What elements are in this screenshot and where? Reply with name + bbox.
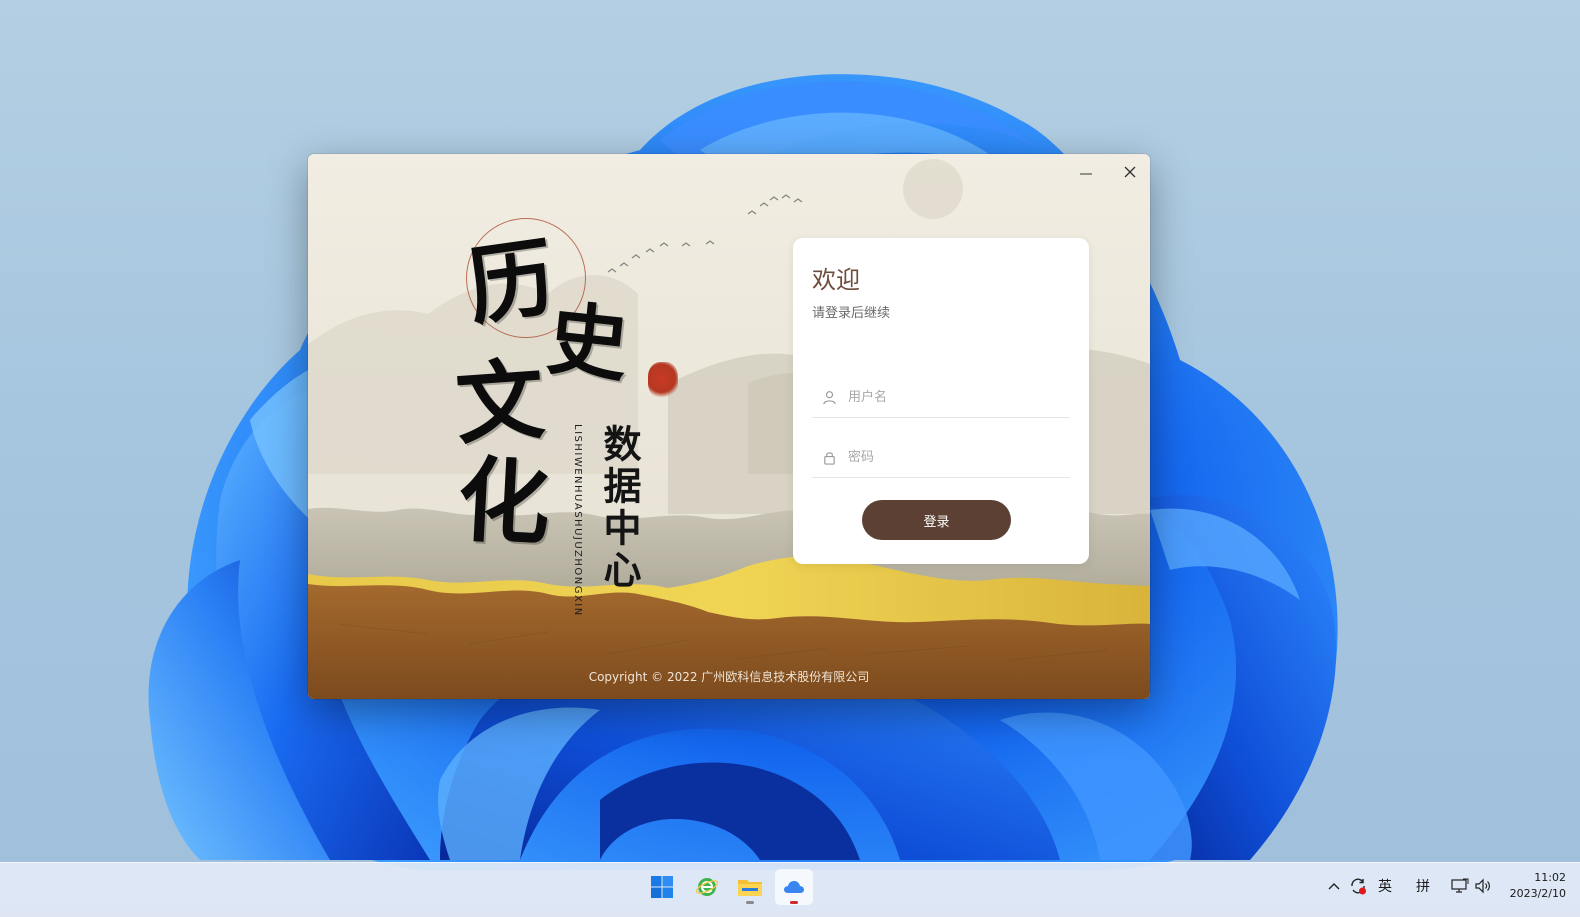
start-button[interactable]	[643, 869, 681, 905]
windows-start-icon	[651, 876, 673, 898]
folder-icon	[738, 880, 762, 896]
calligraphy-char-1: 历	[461, 226, 561, 339]
network-tray-button[interactable]	[1450, 875, 1470, 897]
pinyin-label: LISHIWENHUASHUJUZHONGXIN	[572, 424, 583, 617]
volume-icon	[1475, 878, 1490, 894]
running-indicator	[746, 901, 754, 904]
close-button[interactable]	[1112, 158, 1148, 186]
browser-e-icon	[695, 878, 719, 896]
welcome-title: 欢迎	[812, 266, 860, 294]
password-input[interactable]	[846, 448, 1060, 466]
clock-date: 2023/2/10	[1509, 887, 1566, 900]
user-icon	[820, 388, 838, 406]
red-seal-decoration	[648, 362, 678, 398]
username-input[interactable]	[846, 388, 1060, 406]
running-indicator-active	[790, 901, 798, 904]
desktop: 历 史 文 化 LISHIWENHUASHUJUZHONGXIN 数据中心 欢迎…	[0, 0, 1580, 917]
calligraphy-char-4: 化	[455, 445, 553, 559]
login-card: 欢迎 请登录后继续 用户名 登录	[793, 238, 1089, 564]
taskbar-cloud-app[interactable]	[775, 869, 813, 905]
volume-tray-button[interactable]	[1473, 875, 1493, 897]
taskbar: 英 拼 11:02 2023/2/10	[0, 862, 1580, 911]
calligraphy-char-3: 文	[452, 347, 548, 457]
login-button[interactable]: 登录	[862, 500, 1011, 540]
minimize-icon	[1080, 173, 1092, 175]
login-subtitle: 请登录后继续	[812, 306, 891, 321]
show-hidden-icons-button[interactable]	[1325, 875, 1343, 897]
minimize-button[interactable]	[1068, 158, 1104, 186]
copyright-text: Copyright © 2022 广州欧科信息技术股份有限公司	[588, 670, 870, 684]
password-field	[812, 437, 1070, 478]
cloud-icon	[784, 881, 804, 893]
lock-icon	[820, 448, 838, 466]
data-center-title: 数据中心	[597, 424, 641, 592]
taskbar-browser[interactable]	[688, 869, 726, 905]
taskbar-file-explorer[interactable]	[731, 869, 769, 905]
network-icon	[1451, 878, 1469, 893]
ime-mode-toggle[interactable]: 拼	[1413, 875, 1433, 897]
sync-alert-icon	[1351, 878, 1366, 895]
close-icon	[1124, 166, 1136, 178]
ime-language-toggle[interactable]: 英	[1375, 875, 1395, 897]
login-window: 历 史 文 化 LISHIWENHUASHUJUZHONGXIN 数据中心 欢迎…	[308, 154, 1150, 699]
sync-tray-button[interactable]	[1348, 875, 1368, 897]
taskbar-bottom-edge	[0, 910, 1580, 917]
calligraphy-char-2: 史	[543, 291, 633, 393]
clock[interactable]: 11:02 2023/2/10	[1500, 870, 1566, 902]
chevron-up-icon	[1328, 883, 1340, 890]
username-field	[812, 377, 1070, 418]
clock-time: 11:02	[1534, 871, 1566, 884]
